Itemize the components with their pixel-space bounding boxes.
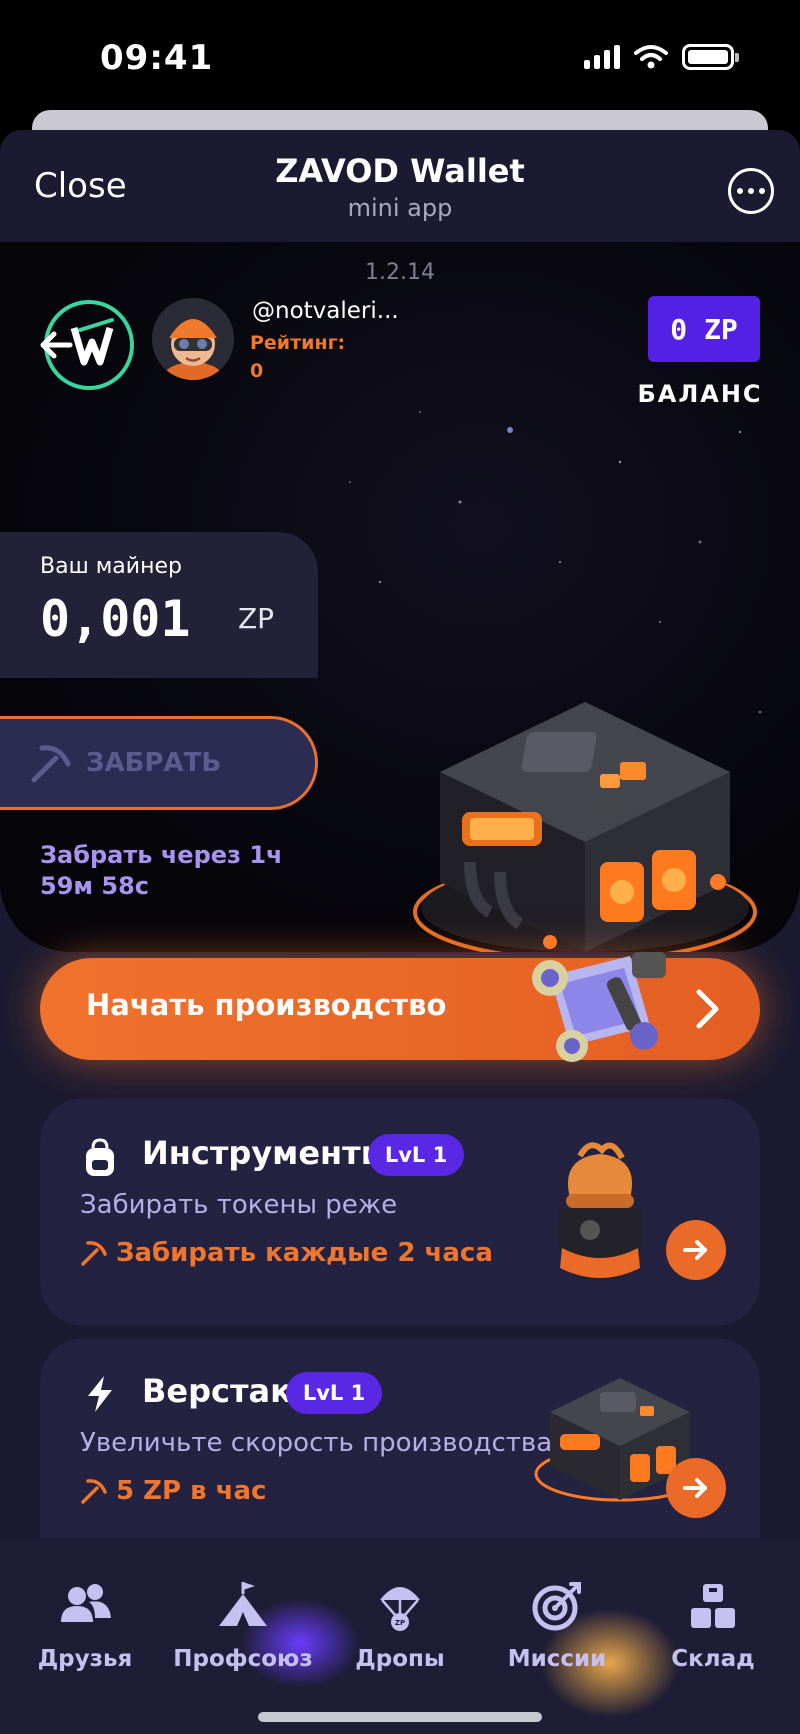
- cellular-signal-icon: [584, 45, 620, 69]
- nav-item-drops[interactable]: ZP Дропы: [325, 1578, 475, 1672]
- start-production-label: Начать производство: [86, 988, 447, 1022]
- user-avatar: [152, 298, 234, 380]
- card-description: Увеличьте скорость производства: [80, 1428, 553, 1458]
- union-tent-icon: [219, 1582, 267, 1626]
- status-bar: 09:41: [0, 0, 800, 110]
- wifi-icon: [634, 45, 668, 69]
- nav-label: Дропы: [355, 1646, 445, 1672]
- nav-item-missions[interactable]: Миссии: [482, 1578, 632, 1672]
- start-production-button[interactable]: Начать производство: [40, 952, 760, 1062]
- nav-label: Миссии: [507, 1646, 607, 1672]
- boxes-icon: [691, 1584, 735, 1628]
- balance-value[interactable]: 0 ZP: [648, 296, 760, 362]
- username: @notvaleri...: [252, 298, 399, 324]
- miner-unit: ZP: [238, 602, 275, 635]
- chevron-right-icon: [696, 989, 719, 1029]
- zavod-logo-back-icon[interactable]: [40, 296, 138, 394]
- card-title: Верстак: [142, 1372, 292, 1410]
- card-perk-label: Забирать каждые 2 часа: [116, 1238, 493, 1268]
- pickaxe-icon: [31, 745, 71, 783]
- card-arrow-button[interactable]: [666, 1220, 726, 1280]
- nav-label: Профсоюз: [173, 1646, 313, 1672]
- nav-item-warehouse[interactable]: Склад: [638, 1578, 788, 1672]
- battery-icon: [682, 44, 739, 70]
- app-subtitle: mini app: [347, 194, 453, 222]
- miner-machine-illustration: [413, 702, 757, 952]
- pickaxe-icon: [81, 1479, 107, 1504]
- parachute-icon: ZP: [380, 1587, 420, 1631]
- wrench-frame-illustration: [532, 952, 666, 1062]
- backpack-icon: [86, 1138, 114, 1176]
- nav-label: Друзья: [37, 1646, 133, 1672]
- nav-item-friends[interactable]: Друзья: [10, 1578, 160, 1672]
- arrow-right-icon: [683, 1478, 707, 1498]
- nav-item-union[interactable]: Профсоюз: [168, 1578, 318, 1672]
- miner-hero: 1.2.14 @notvaleri... Рейтинг: 0 0 ZP БАЛ…: [0, 242, 800, 952]
- card-perk: Забирать каждые 2 часа: [80, 1238, 493, 1268]
- target-icon: [532, 1582, 581, 1631]
- level-badge: LvL 1: [368, 1134, 464, 1176]
- arrow-right-icon: [683, 1240, 707, 1260]
- card-description: Забирать токены реже: [80, 1190, 398, 1220]
- rating-label: Рейтинг:: [250, 332, 346, 354]
- claim-timer: Забрать через 1ч 59м 58с: [40, 841, 283, 900]
- app-top-bar: Close ZAVOD Wallet mini app: [0, 130, 800, 242]
- level-badge: LvL 1: [286, 1372, 382, 1414]
- claim-button[interactable]: ЗАБРАТЬ: [0, 716, 318, 810]
- miner-value: 0,001: [40, 590, 191, 648]
- card-title: Инструменты: [142, 1134, 390, 1172]
- app-title: ZAVOD Wallet: [275, 152, 525, 190]
- tool-bag-illustration: [558, 1142, 642, 1280]
- upgrade-card-tools[interactable]: Инструменты LvL 1 Забирать токены реже З…: [40, 1098, 760, 1326]
- status-time: 09:41: [100, 38, 214, 78]
- rating-value: 0: [250, 360, 264, 382]
- card-perk: 5 ZP в час: [80, 1476, 266, 1506]
- mini-app-sheet: Close ZAVOD Wallet mini app 1.2.14 @notv…: [0, 130, 800, 1734]
- friends-icon: [61, 1584, 111, 1622]
- home-indicator: [258, 1712, 542, 1722]
- card-perk-label: 5 ZP в час: [116, 1476, 267, 1506]
- pickaxe-icon: [81, 1241, 107, 1266]
- bottom-navigation: Друзья Профсоюз ZP Дропы Миссии Склад: [0, 1538, 800, 1734]
- card-arrow-button[interactable]: [666, 1458, 726, 1518]
- app-version: 1.2.14: [365, 260, 435, 285]
- status-icons: [584, 44, 739, 70]
- balance-label: БАЛАНС: [637, 380, 763, 408]
- nav-label: Склад: [671, 1646, 755, 1672]
- more-options-button[interactable]: [728, 168, 774, 214]
- claim-button-label: ЗАБРАТЬ: [86, 748, 222, 778]
- miner-card: Ваш майнер 0,001 ZP: [0, 532, 318, 678]
- miner-label: Ваш майнер: [40, 554, 182, 579]
- lightning-icon: [88, 1376, 112, 1412]
- svg-text:ZP: ZP: [395, 1619, 405, 1627]
